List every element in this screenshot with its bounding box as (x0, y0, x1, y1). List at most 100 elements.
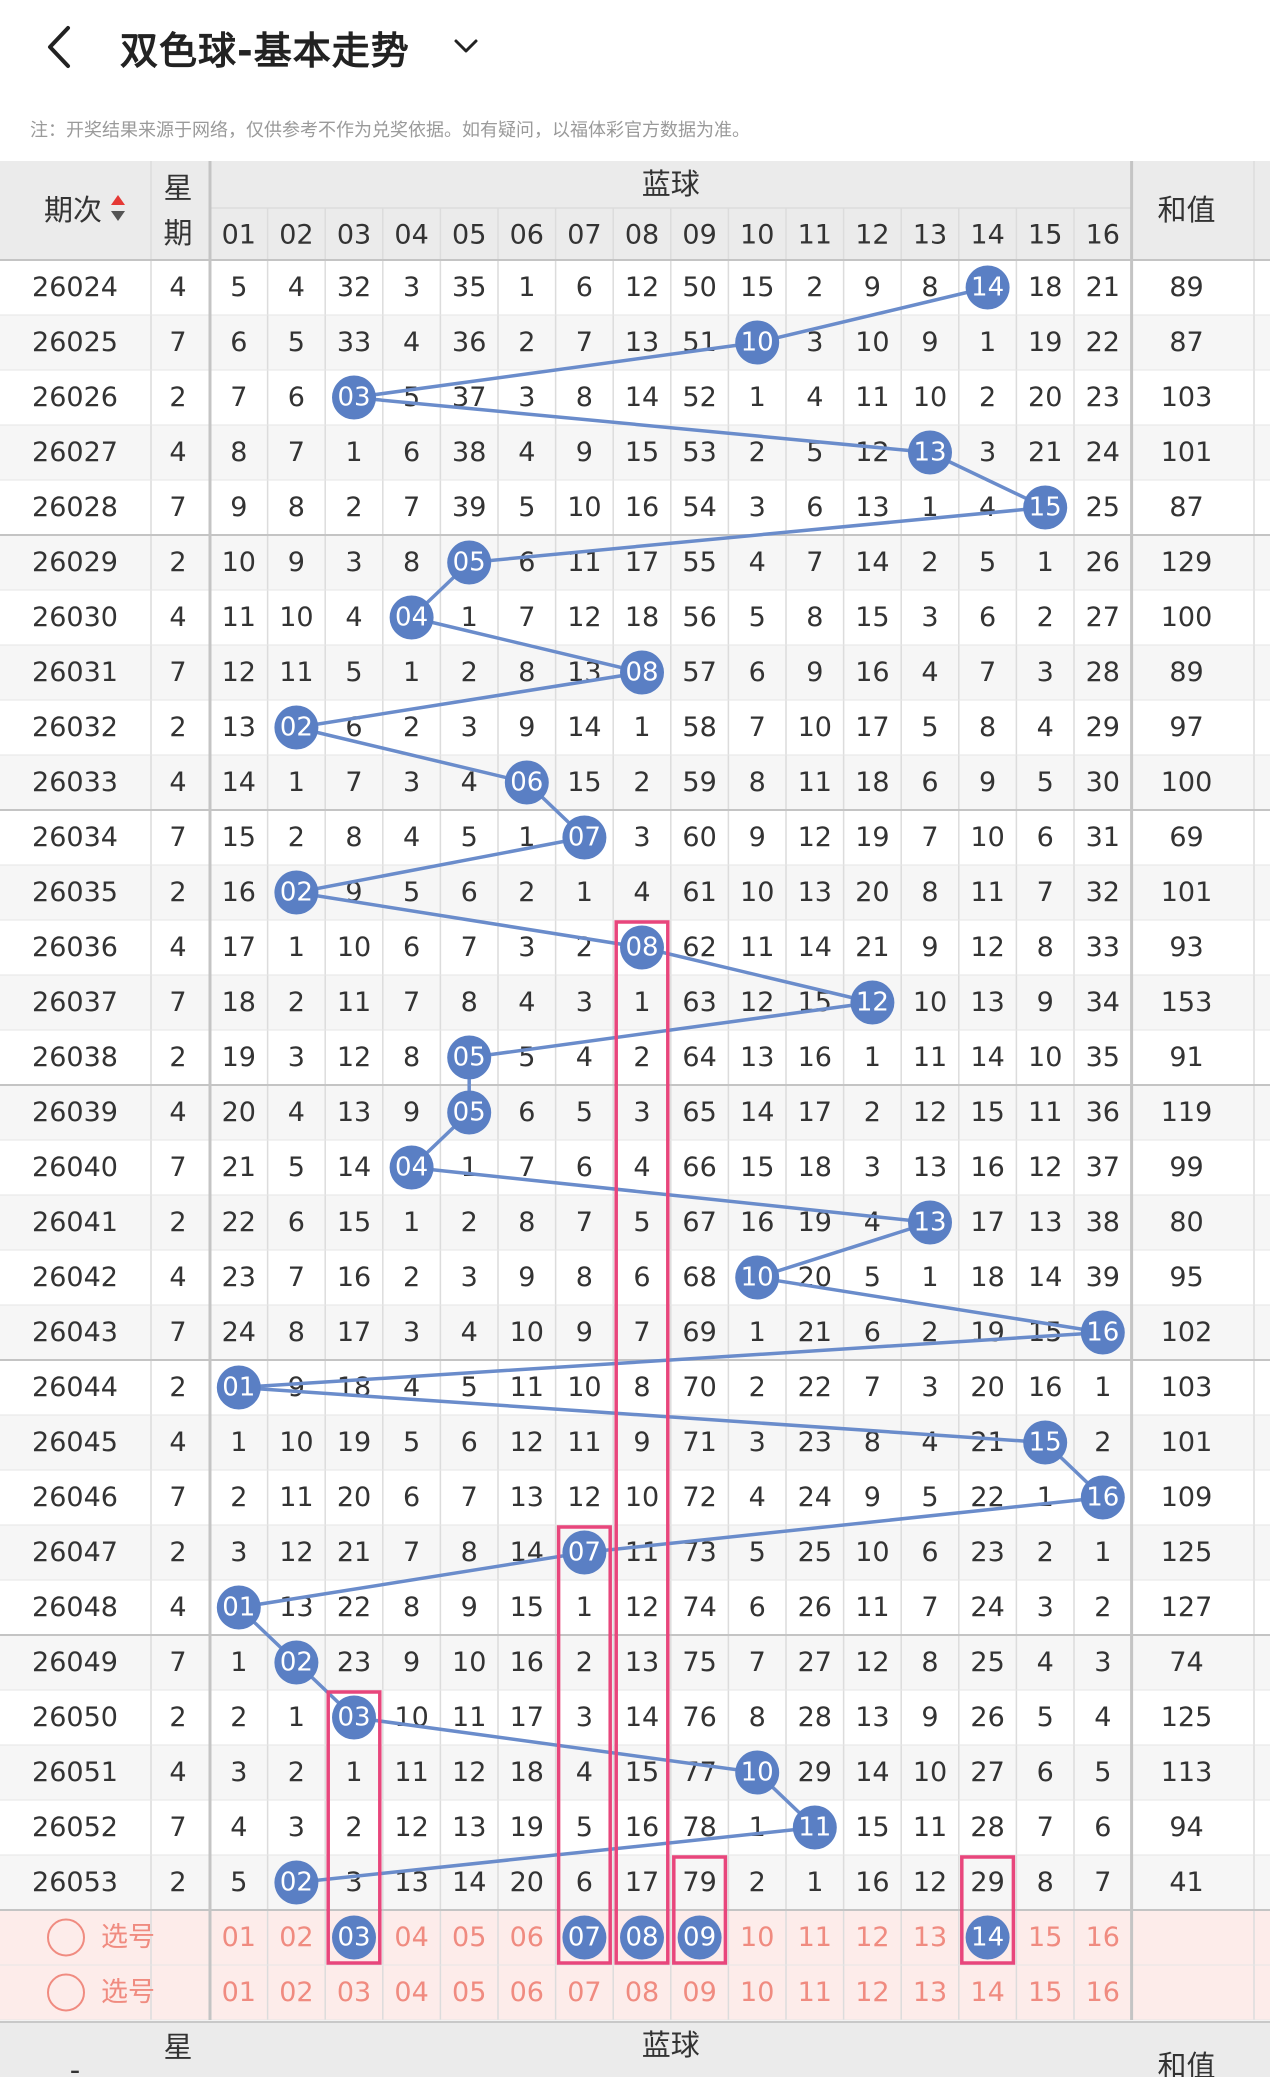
sum-cell: 101 (1161, 877, 1213, 908)
select-number[interactable]: 06 (510, 1922, 544, 1953)
miss-value-cell: 13 (798, 877, 832, 908)
select-number[interactable]: 16 (1086, 1977, 1120, 2008)
select-number[interactable]: 04 (394, 1977, 428, 2008)
blue-number-header: 03 (337, 220, 371, 251)
sum-cell: 100 (1161, 602, 1213, 633)
select-number[interactable]: 15 (1028, 1922, 1062, 1953)
select-number[interactable]: 06 (510, 1977, 544, 2008)
selected-ball[interactable]: 09 (677, 1915, 722, 1960)
select-number[interactable]: 09 (682, 1977, 716, 2008)
miss-value-cell: 16 (510, 1647, 544, 1678)
miss-value-cell: 6 (749, 1592, 766, 1623)
miss-value-cell: 25 (1086, 492, 1120, 523)
select-number[interactable]: 14 (970, 1977, 1004, 2008)
select-number[interactable]: 08 (625, 1977, 659, 2008)
hit-ball-number: 10 (741, 1263, 774, 1293)
sum-cell: 109 (1161, 1482, 1213, 1513)
miss-value-cell: 2 (576, 1647, 593, 1678)
select-number[interactable]: 01 (222, 1922, 256, 1953)
miss-value-cell: 12 (970, 932, 1004, 963)
miss-value-cell: 7 (345, 767, 362, 798)
blue-number-header: 10 (740, 220, 774, 251)
miss-value-cell: 13 (913, 1152, 947, 1183)
selected-ball[interactable]: 14 (965, 1915, 1010, 1960)
select-number[interactable]: 12 (855, 1922, 889, 1953)
miss-value-cell: 1 (633, 712, 650, 743)
hit-ball: 14 (965, 265, 1010, 310)
miss-value-cell: 1 (403, 1207, 420, 1238)
selected-ball[interactable]: 07 (562, 1915, 607, 1960)
miss-value-cell: 2 (979, 382, 996, 413)
miss-value-cell: 2 (230, 1702, 247, 1733)
miss-value-cell: 22 (222, 1207, 256, 1238)
hit-ball-number: 02 (280, 713, 313, 743)
miss-value-cell: 14 (625, 1702, 659, 1733)
hit-ball: 04 (389, 595, 434, 640)
hit-ball: 02 (274, 1860, 319, 1905)
miss-value-cell: 10 (740, 877, 774, 908)
miss-value-cell: 9 (518, 1262, 535, 1293)
miss-value-cell: 7 (576, 1207, 593, 1238)
miss-value-cell: 10 (855, 327, 889, 358)
miss-value-cell: 1 (288, 1702, 305, 1733)
miss-value-cell: 50 (682, 272, 716, 303)
miss-value-cell: 9 (864, 272, 881, 303)
miss-value-cell: 16 (222, 877, 256, 908)
miss-value-cell: 5 (288, 327, 305, 358)
selected-ball[interactable]: 03 (332, 1915, 376, 1960)
miss-value-cell: 26 (798, 1592, 832, 1623)
miss-value-cell: 5 (749, 1537, 766, 1568)
miss-value-cell: 12 (625, 272, 659, 303)
select-number[interactable]: 15 (1028, 1977, 1062, 2008)
select-number[interactable]: 10 (740, 1977, 774, 2008)
select-number[interactable]: 10 (740, 1922, 774, 1953)
miss-value-cell: 2 (403, 1262, 420, 1293)
miss-value-cell: 1 (518, 272, 535, 303)
hit-ball: 02 (274, 870, 319, 915)
select-number[interactable]: 04 (394, 1922, 428, 1953)
miss-value-cell: 1 (1037, 1482, 1054, 1513)
miss-value-cell: 12 (1028, 1152, 1062, 1183)
miss-value-cell: 8 (979, 712, 996, 743)
miss-value-cell: 22 (798, 1372, 832, 1403)
miss-value-cell: 1 (921, 1262, 938, 1293)
miss-value-cell: 34 (1086, 987, 1120, 1018)
miss-value-cell: 28 (798, 1702, 832, 1733)
miss-value-cell: 9 (230, 492, 247, 523)
miss-value-cell: 8 (921, 877, 938, 908)
miss-value-cell: 11 (798, 767, 832, 798)
miss-value-cell: 7 (403, 987, 420, 1018)
select-number[interactable]: 03 (337, 1977, 371, 2008)
miss-value-cell: 23 (222, 1262, 256, 1293)
hit-ball-number: 01 (222, 1373, 255, 1403)
miss-value-cell: 2 (633, 767, 650, 798)
hit-ball: 01 (216, 1585, 261, 1630)
miss-value-cell: 20 (337, 1482, 371, 1513)
selected-ball[interactable]: 08 (620, 1915, 664, 1960)
select-number[interactable]: 05 (452, 1977, 486, 2008)
select-label: 选号 (101, 1977, 155, 2008)
select-number[interactable]: 01 (222, 1977, 256, 2008)
select-number[interactable]: 07 (567, 1977, 601, 2008)
hit-ball: 15 (1023, 1420, 1068, 1465)
select-number[interactable]: 16 (1086, 1922, 1120, 1953)
miss-value-cell: 10 (913, 1757, 947, 1788)
miss-value-cell: 12 (337, 1042, 371, 1073)
miss-value-cell: 8 (403, 1592, 420, 1623)
hit-ball: 04 (389, 1145, 434, 1190)
select-number[interactable]: 11 (798, 1922, 832, 1953)
miss-value-cell: 28 (970, 1812, 1004, 1843)
select-number[interactable]: 05 (452, 1922, 486, 1953)
miss-value-cell: 8 (749, 767, 766, 798)
select-number[interactable]: 02 (279, 1977, 313, 2008)
miss-value-cell: 17 (337, 1317, 371, 1348)
select-number[interactable]: 12 (855, 1977, 889, 2008)
miss-value-cell: 5 (921, 1482, 938, 1513)
hit-ball-number: 13 (913, 438, 946, 468)
select-number[interactable]: 13 (913, 1922, 947, 1953)
select-number[interactable]: 02 (279, 1922, 313, 1953)
miss-value-cell: 16 (798, 1042, 832, 1073)
select-number[interactable]: 11 (798, 1977, 832, 2008)
period-cell: 26025 (32, 327, 118, 358)
select-number[interactable]: 13 (913, 1977, 947, 2008)
